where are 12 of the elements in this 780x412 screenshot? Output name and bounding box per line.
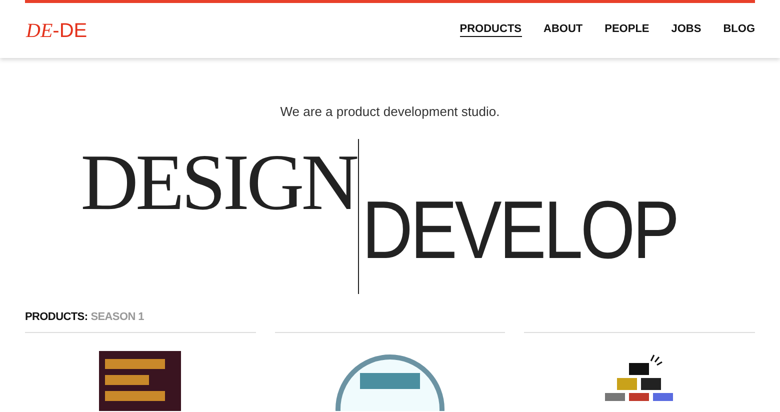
- poster-drawing[interactable]: [99, 351, 182, 411]
- section-heading: PRODUCTS:: [25, 312, 88, 323]
- logo[interactable]: DE-DE: [26, 20, 88, 40]
- nav-link[interactable]: JOBS: [671, 24, 702, 37]
- headline-word: DEVELOP: [362, 190, 678, 272]
- nav-link[interactable]: PEOPLE: [604, 24, 650, 37]
- headline-word: DESIGN: [80, 143, 356, 223]
- tagline: We are a product development studio.: [279, 105, 501, 118]
- nav-link[interactable]: ABOUT: [544, 24, 583, 37]
- nav-link[interactable]: BLOG: [723, 24, 755, 37]
- nav-link[interactable]: PRODUCTS: [460, 24, 522, 37]
- section-subheading: SEASON 1: [90, 312, 144, 323]
